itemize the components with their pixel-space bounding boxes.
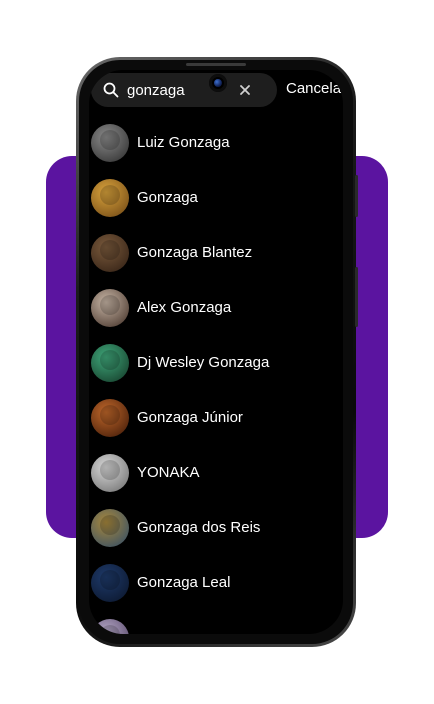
avatar [91,398,129,437]
front-camera [209,74,227,92]
list-item[interactable]: Gonzaga dos Reis [89,500,343,555]
artist-name: Alex Gonzaga [137,299,232,316]
artist-name: Gonzaga Blantez [137,244,253,261]
phone-side-button [355,175,358,217]
search-icon [103,82,119,98]
list-item[interactable]: Alex Gonzaga [89,280,343,335]
phone-screen: gonzaga Cancelar Luiz Gonzaga Gonzaga Gonz… [89,70,343,634]
avatar [91,343,129,382]
phone-frame: gonzaga Cancelar Luiz Gonzaga Gonzaga Gonz… [76,57,358,647]
artist-name: Luiz Gonzaga [137,134,230,151]
artist-name: Gonzaga [137,189,198,206]
artist-name: Gonzaga Júnior [137,409,243,426]
list-item[interactable]: Dj Wesley Gonzaga [89,335,343,390]
artist-name: YONAKA [137,464,200,481]
list-item[interactable] [89,610,343,634]
list-item[interactable]: Luiz Gonzaga [89,115,343,170]
avatar [91,563,129,602]
avatar [91,618,129,634]
list-item[interactable]: Gonzaga Blantez [89,225,343,280]
avatar [91,508,129,547]
avatar [91,288,129,327]
artist-name: Gonzaga dos Reis [137,519,261,536]
phone-bezel: gonzaga Cancelar Luiz Gonzaga Gonzaga Gonz… [79,60,353,644]
search-query: gonzaga [127,81,185,99]
phone-side-button [355,267,358,327]
avatar [91,233,129,272]
list-item[interactable]: Gonzaga Leal [89,555,343,610]
list-item[interactable]: YONAKA [89,445,343,500]
avatar [91,453,129,492]
avatar [91,123,129,162]
phone-speaker [186,63,246,66]
artist-name: Gonzaga Leal [137,574,231,591]
artist-name: Dj Wesley Gonzaga [137,354,270,371]
avatar [91,178,129,217]
list-item[interactable]: Gonzaga [89,170,343,225]
cancel-button[interactable]: Cancelar [286,80,343,97]
search-input[interactable]: gonzaga [91,73,277,107]
clear-icon[interactable] [236,81,254,99]
list-item[interactable]: Gonzaga Júnior [89,390,343,445]
